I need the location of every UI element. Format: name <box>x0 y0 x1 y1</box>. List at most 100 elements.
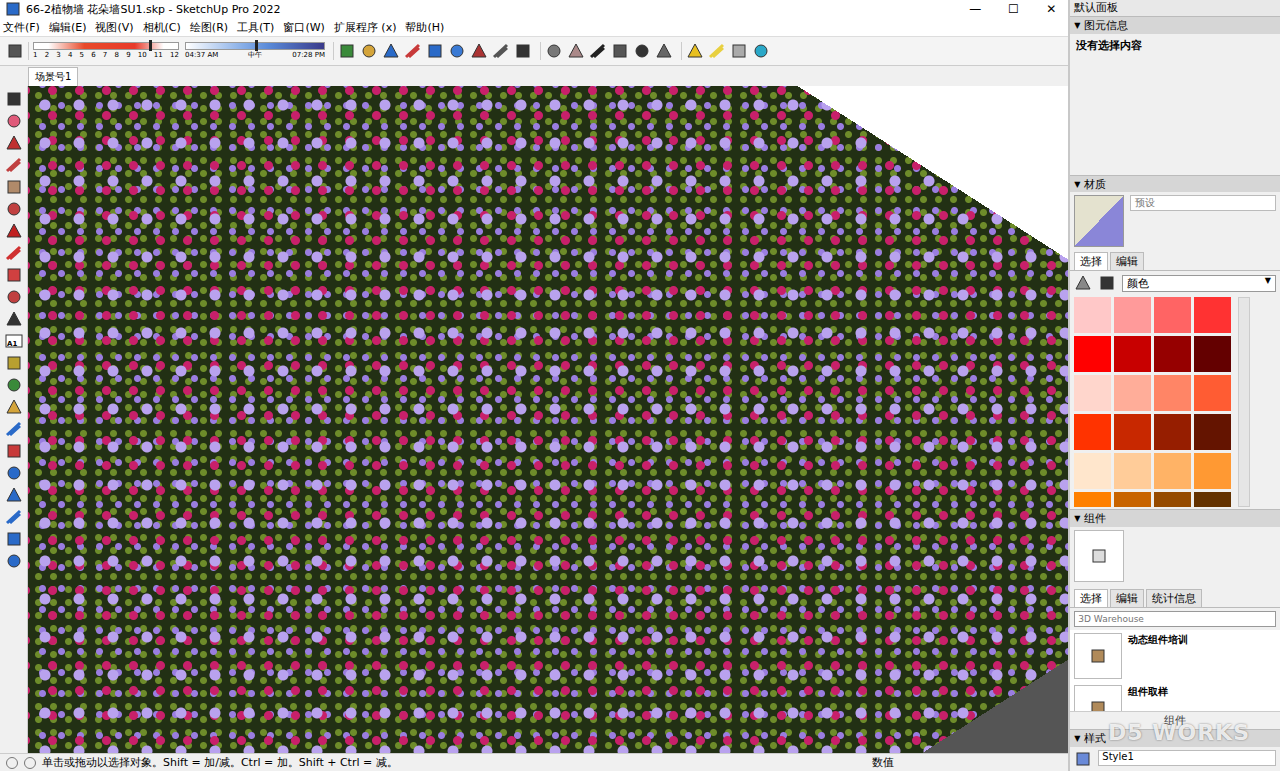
color-swatch[interactable] <box>1114 336 1151 372</box>
color-swatch[interactable] <box>1194 453 1231 489</box>
color-swatch[interactable] <box>1154 453 1191 489</box>
color-swatch[interactable] <box>1194 414 1231 450</box>
tool-icon[interactable] <box>5 508 23 526</box>
component-item[interactable]: 动态组件培训 <box>1074 633 1276 679</box>
tab[interactable]: 编辑 <box>1110 589 1144 607</box>
tool-icon[interactable] <box>5 178 23 196</box>
component-item[interactable]: 组件取样 <box>1074 685 1276 711</box>
tool-icon[interactable] <box>545 42 563 60</box>
entity-info-header[interactable]: ▼图元信息 <box>1070 16 1280 34</box>
tool-icon[interactable] <box>686 42 704 60</box>
geo-icon[interactable] <box>6 757 18 769</box>
tool-icon[interactable] <box>5 354 23 372</box>
eraser-icon[interactable] <box>6 42 24 60</box>
home-icon[interactable] <box>1098 274 1116 292</box>
search-field[interactable] <box>1074 611 1276 627</box>
3d-viewport[interactable] <box>28 86 1068 753</box>
window-control-button[interactable]: — <box>958 2 992 16</box>
tool-icon[interactable] <box>5 244 23 262</box>
tool-icon[interactable] <box>708 42 726 60</box>
menu-item[interactable]: 窗口(W) <box>283 20 324 35</box>
tool-icon[interactable] <box>5 552 23 570</box>
tab[interactable]: 编辑 <box>1110 252 1144 270</box>
tool-icon[interactable] <box>589 42 607 60</box>
menu-item[interactable]: 扩展程序 (x) <box>334 20 397 35</box>
folder-icon[interactable] <box>1089 647 1107 665</box>
back-icon[interactable] <box>1074 274 1092 292</box>
menu-item[interactable]: 帮助(H) <box>405 20 444 35</box>
color-swatch[interactable] <box>1194 492 1231 507</box>
tool-icon[interactable] <box>360 42 378 60</box>
style-name[interactable]: Style1 <box>1098 750 1276 766</box>
tool-icon[interactable] <box>426 42 444 60</box>
tool-icon[interactable] <box>5 486 23 504</box>
app-icon[interactable] <box>4 0 22 18</box>
color-swatch[interactable] <box>1194 336 1231 372</box>
time-slider[interactable]: 04:37 AM中午07:28 PM <box>185 42 325 60</box>
color-swatch[interactable] <box>1154 297 1191 333</box>
tool-icon[interactable] <box>448 42 466 60</box>
window-control-button[interactable]: ☐ <box>996 2 1030 16</box>
tool-icon[interactable] <box>655 42 673 60</box>
color-swatch[interactable] <box>1074 336 1111 372</box>
month-thumb[interactable] <box>149 40 152 51</box>
menu-item[interactable]: 编辑(E) <box>49 20 87 35</box>
color-swatch[interactable] <box>1154 375 1191 411</box>
tool-icon[interactable] <box>5 288 23 306</box>
tool-icon[interactable] <box>470 42 488 60</box>
tool-icon[interactable] <box>338 42 356 60</box>
color-swatch[interactable] <box>1074 375 1111 411</box>
color-swatch[interactable] <box>1114 297 1151 333</box>
library-dropdown[interactable]: 颜色▼ <box>1122 275 1276 292</box>
color-swatch[interactable] <box>1154 492 1191 507</box>
tool-icon[interactable] <box>5 90 23 108</box>
color-swatch[interactable] <box>1114 414 1151 450</box>
tool-icon[interactable] <box>5 398 23 416</box>
menu-item[interactable]: 视图(V) <box>95 20 133 35</box>
tool-icon[interactable] <box>5 134 23 152</box>
style-icon[interactable] <box>1074 750 1092 768</box>
window-control-button[interactable]: ✕ <box>1034 2 1068 16</box>
tool-icon[interactable] <box>5 266 23 284</box>
tool-icon[interactable] <box>382 42 400 60</box>
color-swatch[interactable] <box>1074 453 1111 489</box>
color-swatch[interactable] <box>1194 297 1231 333</box>
tab[interactable]: 统计信息 <box>1146 589 1202 607</box>
tool-icon[interactable] <box>5 464 23 482</box>
month-slider[interactable]: 123456789101112 <box>33 42 179 60</box>
component-icon[interactable] <box>1090 547 1108 565</box>
tool-icon[interactable] <box>5 420 23 438</box>
styles-header[interactable]: ▼样式 <box>1070 729 1280 747</box>
material-name[interactable]: 预设 <box>1130 195 1276 211</box>
menu-item[interactable]: 文件(F) <box>3 20 40 35</box>
tool-icon[interactable] <box>404 42 422 60</box>
color-swatch[interactable] <box>1074 492 1111 507</box>
time-thumb[interactable] <box>255 40 258 51</box>
color-swatch[interactable] <box>1194 375 1231 411</box>
tool-icon[interactable] <box>5 310 23 328</box>
components-header[interactable]: ▼组件 <box>1070 509 1280 527</box>
tool-icon[interactable] <box>5 156 23 174</box>
color-swatch[interactable] <box>1154 336 1191 372</box>
tool-icon[interactable] <box>611 42 629 60</box>
tab[interactable]: 选择 <box>1074 252 1108 270</box>
tool-icon[interactable] <box>5 530 23 548</box>
menu-item[interactable]: 工具(T) <box>237 20 274 35</box>
color-swatch[interactable] <box>1074 297 1111 333</box>
color-swatch[interactable] <box>1154 414 1191 450</box>
tool-icon[interactable] <box>5 442 23 460</box>
tab[interactable]: 选择 <box>1074 589 1108 607</box>
tool-icon[interactable] <box>730 42 748 60</box>
menu-item[interactable]: 绘图(R) <box>190 20 228 35</box>
color-swatch[interactable] <box>1074 414 1111 450</box>
tool-icon[interactable] <box>567 42 585 60</box>
tool-icon[interactable] <box>492 42 510 60</box>
tool-icon[interactable] <box>752 42 770 60</box>
scene-tab[interactable]: 场景号1 <box>28 67 78 86</box>
tool-icon[interactable] <box>5 376 23 394</box>
text-tool-icon[interactable]: A1 <box>5 332 23 350</box>
tool-icon[interactable] <box>633 42 651 60</box>
tool-icon[interactable] <box>514 42 532 60</box>
menu-item[interactable]: 相机(C) <box>143 20 181 35</box>
tool-icon[interactable] <box>5 222 23 240</box>
